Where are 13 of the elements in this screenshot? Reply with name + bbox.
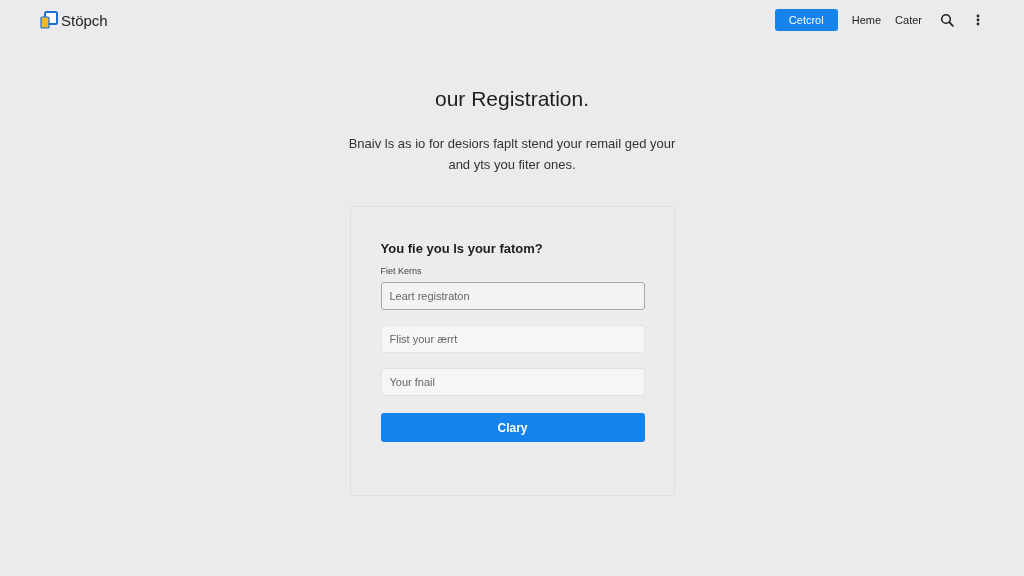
logo-icon	[40, 11, 58, 29]
more-icon[interactable]	[976, 14, 980, 26]
field-label: Fiet Kerns	[380, 266, 423, 276]
search-icon[interactable]	[940, 13, 954, 27]
nav-button[interactable]: Cetcrol	[774, 9, 838, 31]
logo-text: Stöpch	[61, 11, 108, 29]
submit-button[interactable]: Clary	[380, 413, 645, 442]
nav-link[interactable]: Cater	[895, 14, 922, 26]
nav-link[interactable]: Heme	[851, 14, 882, 26]
page-title: our Registration.	[434, 87, 590, 111]
intro-text: Bnaiv ls as io for desiors faplt stend your remail ged your and yts you fiter ones.	[347, 135, 677, 174]
form-heading: You fie you ls your fatom?	[380, 241, 544, 256]
input-field[interactable]: Leart registraton	[380, 282, 645, 310]
